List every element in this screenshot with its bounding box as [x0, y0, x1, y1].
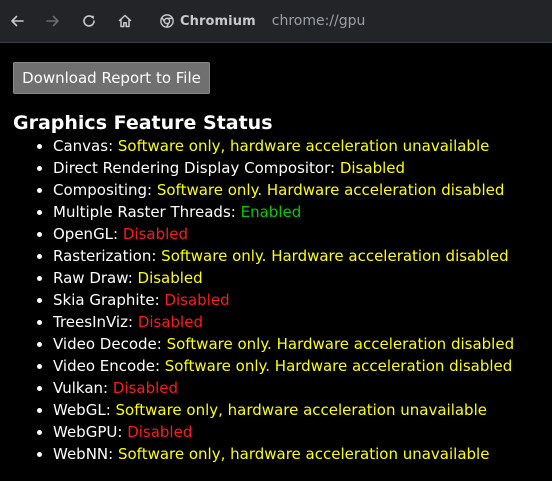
feature-item: Direct Rendering Display Compositor: Dis…	[36, 157, 514, 179]
feature-status: Enabled	[240, 203, 302, 221]
feature-status: Software only. Hardware acceleration dis…	[161, 247, 509, 265]
reload-button[interactable]	[79, 11, 99, 31]
chromium-logo-icon	[160, 14, 174, 28]
feature-name: Video Decode	[53, 335, 157, 353]
feature-name: Canvas	[53, 137, 109, 155]
feature-item: Compositing: Software only. Hardware acc…	[36, 179, 514, 201]
feature-name: Rasterization	[53, 247, 152, 265]
feature-item: Vulkan: Disabled	[36, 377, 514, 399]
feature-separator: :	[330, 159, 340, 177]
feature-status: Disabled	[137, 313, 203, 331]
home-button[interactable]	[115, 11, 135, 31]
feature-separator: :	[230, 203, 241, 221]
feature-status: Disabled	[164, 291, 230, 309]
feature-name: Video Encode	[53, 357, 155, 375]
feature-item: WebGPU: Disabled	[36, 421, 514, 443]
feature-status: Software only. Hardware acceleration dis…	[166, 335, 515, 353]
feature-status: Disabled	[112, 379, 179, 397]
page-content: Download Report to File Graphics Feature…	[0, 44, 552, 481]
home-icon	[118, 14, 132, 28]
feature-status-list: Canvas: Software only, hardware accelera…	[36, 135, 515, 465]
download-report-button[interactable]: Download Report to File	[13, 62, 210, 94]
feature-name: WebGL	[53, 401, 106, 419]
feature-name: Vulkan	[53, 379, 104, 397]
feature-name: Skia Graphite	[53, 291, 155, 309]
feature-separator: :	[105, 401, 116, 419]
feature-item: WebGL: Software only, hardware accelerat…	[36, 399, 514, 421]
feature-separator: :	[154, 291, 165, 309]
feature-item: Video Decode: Software only. Hardware ac…	[36, 333, 515, 355]
feature-separator: :	[117, 423, 128, 441]
arrow-right-icon	[46, 15, 59, 27]
feature-name: OpenGL	[53, 225, 114, 243]
feature-separator: :	[147, 181, 157, 199]
feature-name: Raw Draw	[53, 269, 128, 287]
feature-separator: :	[154, 357, 165, 375]
feature-separator: :	[108, 137, 118, 155]
feature-separator: :	[156, 335, 167, 353]
feature-name: WebGPU	[53, 423, 118, 441]
url-text[interactable]: chrome://gpu	[272, 13, 366, 29]
feature-name: Multiple Raster Threads	[53, 203, 231, 221]
feature-status: Software only. Hardware acceleration dis…	[164, 357, 513, 375]
feature-separator: :	[103, 379, 113, 397]
browser-toolbar: Chromium chrome://gpu	[0, 0, 552, 43]
address-bar[interactable]: Chromium chrome://gpu	[160, 10, 365, 32]
feature-item: Canvas: Software only, hardware accelera…	[36, 135, 514, 157]
feature-item: WebNN: Software only, hardware accelerat…	[36, 443, 514, 465]
reload-icon	[83, 15, 95, 27]
back-button[interactable]	[7, 11, 27, 31]
site-chip-label: Chromium	[180, 13, 256, 29]
arrow-left-icon	[11, 15, 24, 27]
feature-item: Video Encode: Software only. Hardware ac…	[36, 355, 514, 377]
feature-status: Disabled	[127, 423, 193, 441]
feature-name: TreesInViz	[53, 313, 128, 331]
feature-name: WebNN	[53, 445, 109, 463]
site-chip[interactable]: Chromium	[160, 10, 256, 32]
feature-name: Direct Rendering Display Compositor	[53, 159, 331, 177]
feature-separator: :	[108, 445, 118, 463]
feature-status: Disabled	[339, 159, 406, 177]
feature-status: Software only. Hardware acceleration dis…	[156, 181, 505, 199]
feature-item: OpenGL: Disabled	[36, 223, 514, 245]
feature-status: Software only, hardware acceleration una…	[115, 401, 487, 419]
feature-separator: :	[151, 247, 162, 265]
feature-name: Compositing	[53, 181, 148, 199]
feature-item: Rasterization: Software only. Hardware a…	[36, 245, 514, 267]
feature-item: Skia Graphite: Disabled	[36, 289, 514, 311]
feature-status: Software only, hardware acceleration una…	[117, 137, 490, 155]
feature-separator: :	[127, 269, 138, 287]
feature-status: Disabled	[122, 225, 189, 243]
feature-item: Multiple Raster Threads: Enabled	[36, 201, 514, 223]
section-title: Graphics Feature Status	[13, 112, 273, 134]
feature-separator: :	[127, 313, 138, 331]
feature-separator: :	[113, 225, 123, 243]
forward-button[interactable]	[43, 11, 63, 31]
feature-item: Raw Draw: Disabled	[36, 267, 514, 289]
feature-status: Disabled	[137, 269, 203, 287]
feature-item: TreesInViz: Disabled	[36, 311, 514, 333]
feature-status: Software only, hardware acceleration una…	[117, 445, 490, 463]
